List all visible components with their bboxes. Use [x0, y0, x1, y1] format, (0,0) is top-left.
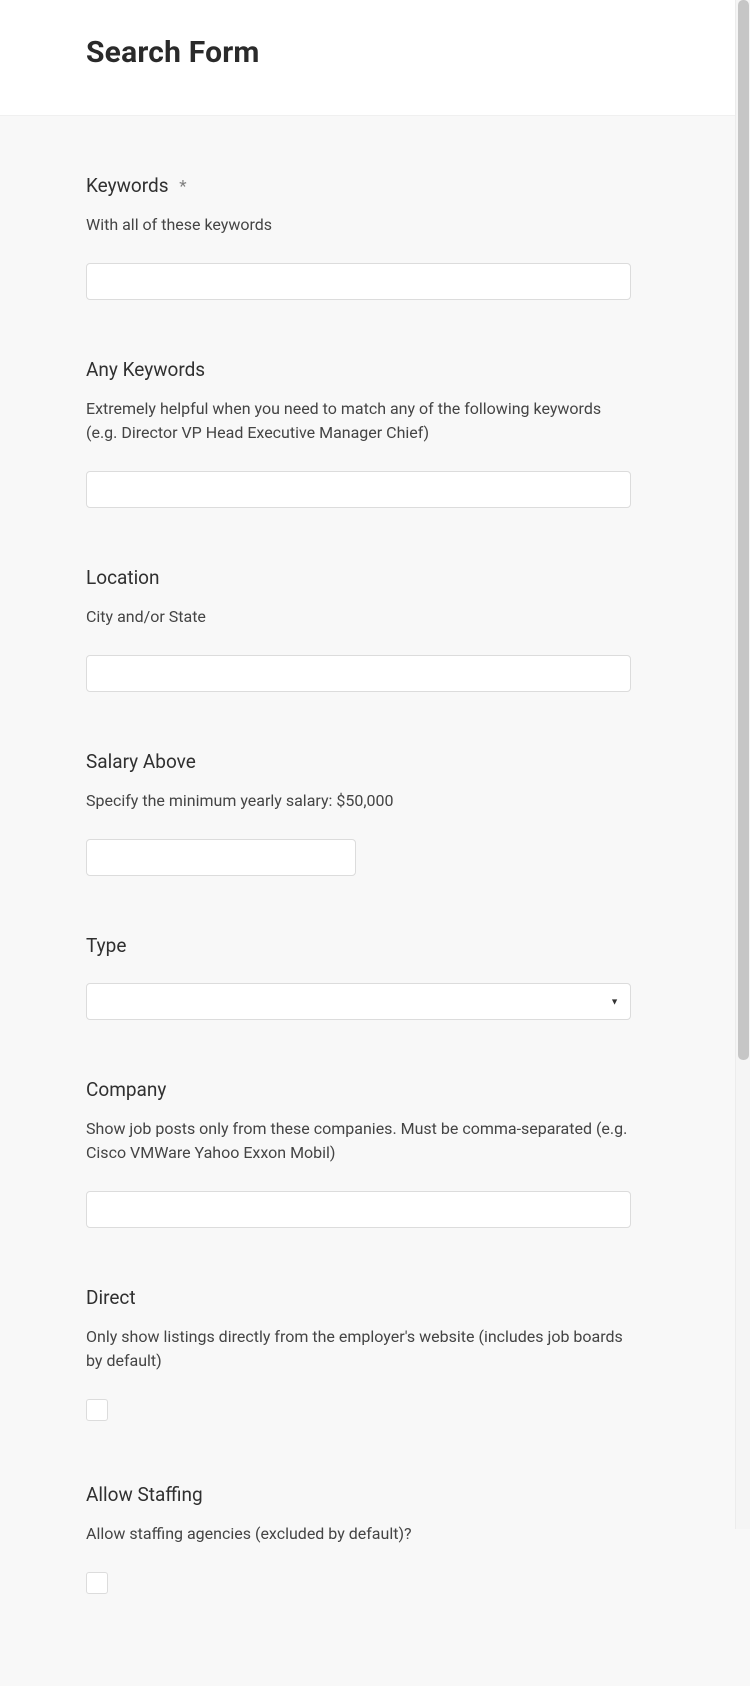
any-keywords-description: Extremely helpful when you need to match… [86, 397, 631, 445]
direct-description: Only show listings directly from the emp… [86, 1325, 631, 1373]
any-keywords-input[interactable] [86, 471, 631, 508]
scrollbar-thumb[interactable] [738, 0, 749, 1060]
form-group-any-keywords: Any Keywords Extremely helpful when you … [86, 358, 631, 508]
form-group-allow-staffing: Allow Staffing Allow staffing agencies (… [86, 1483, 631, 1598]
keywords-input[interactable] [86, 263, 631, 300]
company-description: Show job posts only from these companies… [86, 1117, 631, 1165]
keywords-description: With all of these keywords [86, 213, 631, 237]
form-group-location: Location City and/or State [86, 566, 631, 692]
type-label: Type [86, 934, 631, 957]
form-group-keywords: Keywords * With all of these keywords [86, 174, 631, 300]
form-group-direct: Direct Only show listings directly from … [86, 1286, 631, 1425]
type-select[interactable] [86, 983, 631, 1020]
form-section: Keywords * With all of these keywords An… [0, 115, 750, 1686]
any-keywords-label: Any Keywords [86, 358, 631, 381]
location-input[interactable] [86, 655, 631, 692]
direct-label: Direct [86, 1286, 631, 1309]
salary-above-input[interactable] [86, 839, 356, 876]
page-title: Search Form [86, 35, 664, 70]
keywords-label-text: Keywords [86, 174, 169, 197]
allow-staffing-description: Allow staffing agencies (excluded by def… [86, 1522, 631, 1546]
company-input[interactable] [86, 1191, 631, 1228]
required-asterisk-icon: * [179, 177, 186, 197]
salary-above-description: Specify the minimum yearly salary: $50,0… [86, 789, 631, 813]
form-group-salary-above: Salary Above Specify the minimum yearly … [86, 750, 631, 876]
allow-staffing-checkbox[interactable] [86, 1572, 108, 1594]
direct-checkbox[interactable] [86, 1399, 108, 1421]
form-group-type: Type ▼ [86, 934, 631, 1020]
type-select-wrapper: ▼ [86, 983, 631, 1020]
location-description: City and/or State [86, 605, 631, 629]
salary-above-label: Salary Above [86, 750, 631, 773]
header-section: Search Form [0, 0, 750, 115]
allow-staffing-label: Allow Staffing [86, 1483, 631, 1506]
location-label: Location [86, 566, 631, 589]
form-group-company: Company Show job posts only from these c… [86, 1078, 631, 1228]
scrollbar-track[interactable] [735, 0, 750, 1529]
keywords-label: Keywords * [86, 174, 631, 197]
company-label: Company [86, 1078, 631, 1101]
